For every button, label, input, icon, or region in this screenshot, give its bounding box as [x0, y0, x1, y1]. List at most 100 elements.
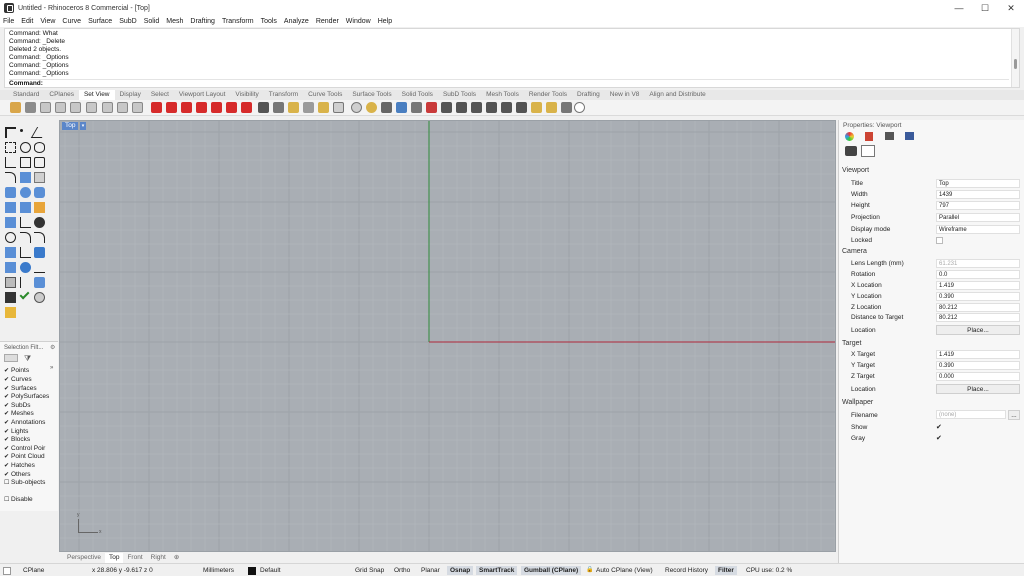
panel-settings-icon[interactable]: ⚙ [50, 344, 55, 351]
menu-file[interactable]: File [3, 18, 14, 25]
display-mode-select[interactable]: Wireframe [936, 225, 1020, 234]
cplane-through-icon[interactable] [471, 102, 482, 113]
ortho-toggle[interactable]: Ortho [394, 566, 410, 575]
filter-blocks[interactable]: ✔ Blocks [4, 436, 30, 444]
menu-drafting[interactable]: Drafting [190, 18, 215, 25]
scrollbar-thumb[interactable] [1014, 59, 1017, 69]
check-icon[interactable] [19, 289, 30, 300]
cplane-object-icon[interactable] [426, 102, 437, 113]
add-viewport-tab-icon[interactable]: ⊕ [170, 553, 183, 563]
x-target-field[interactable]: 1.419 [936, 350, 1020, 359]
filter-annotations[interactable]: ✔ Annotations [4, 419, 45, 427]
x-location-field[interactable]: 1.419 [936, 281, 1020, 290]
tab-new-in-v8[interactable]: New in V8 [605, 90, 645, 100]
filter-point-cloud[interactable]: ✔ Point Cloud [4, 453, 45, 461]
show-checkbox[interactable]: ✔ [936, 423, 942, 431]
undo-view-icon[interactable] [102, 102, 113, 113]
z-target-field[interactable]: 0.000 [936, 372, 1020, 381]
viewport-tab-front[interactable]: Front [123, 553, 146, 563]
text-icon[interactable] [20, 277, 31, 288]
menu-window[interactable]: Window [346, 18, 371, 25]
select-arrow-icon[interactable] [5, 127, 16, 138]
filter-others[interactable]: ✔ Others [4, 471, 31, 479]
tab-set-view[interactable]: Set View [78, 90, 115, 100]
rectangle-icon[interactable] [20, 157, 31, 168]
tab-standard[interactable]: Standard [8, 90, 44, 100]
menu-curve[interactable]: Curve [62, 18, 81, 25]
set-view-perspective-icon[interactable] [241, 102, 252, 113]
layers-icon[interactable] [5, 307, 16, 318]
redo-view-icon[interactable] [117, 102, 128, 113]
gumball-toggle[interactable]: Gumball (CPlane) [521, 566, 582, 575]
polygon-icon[interactable] [5, 157, 16, 168]
menu-help[interactable]: Help [378, 18, 392, 25]
layer-label[interactable]: Default [260, 566, 281, 575]
menu-transform[interactable]: Transform [222, 18, 254, 25]
plan-parallel-icon[interactable] [318, 102, 329, 113]
cplane-origin-icon[interactable] [351, 102, 362, 113]
minimize-button[interactable]: — [946, 0, 972, 16]
ellipse-icon[interactable] [34, 142, 45, 153]
named-view-icon[interactable] [151, 102, 162, 113]
maximize-button[interactable]: ☐ [972, 0, 998, 16]
command-scrollbar[interactable] [1011, 29, 1019, 87]
height-field[interactable]: 797 [936, 201, 1020, 210]
layer-color-swatch[interactable] [248, 567, 256, 575]
y-location-field[interactable]: 0.390 [936, 292, 1020, 301]
checkbox-icon[interactable]: ✔ [4, 462, 11, 470]
record-history-toggle[interactable]: Record History [665, 566, 708, 575]
fillet-curve-icon[interactable] [5, 172, 16, 183]
zoom-icon[interactable] [40, 102, 51, 113]
set-view-front-icon[interactable] [181, 102, 192, 113]
filter-sub-objects[interactable]: ☐ Sub-objects [4, 479, 45, 487]
cylinder-icon[interactable] [34, 187, 45, 198]
viewport-properties-icon[interactable] [303, 102, 314, 113]
named-cplane-icon[interactable] [546, 102, 557, 113]
cplane-curve-icon[interactable] [441, 102, 452, 113]
hatch-icon[interactable] [34, 277, 45, 288]
grid-snap-toggle[interactable]: Grid Snap [355, 566, 384, 575]
filename-field[interactable]: (none) [936, 410, 1006, 419]
menu-render[interactable]: Render [316, 18, 339, 25]
filter-funnel-icon[interactable]: ⧩ [24, 354, 31, 364]
top-viewport[interactable]: Top ▾ x y [59, 120, 836, 552]
surface-patch-icon[interactable] [34, 172, 45, 183]
close-button[interactable]: ✕ [998, 0, 1024, 16]
filename-browse-button[interactable]: ... [1008, 410, 1020, 420]
menu-mesh[interactable]: Mesh [166, 18, 183, 25]
tab-visibility[interactable]: Visibility [230, 90, 263, 100]
checkbox-icon[interactable]: ✔ [4, 436, 11, 444]
camera-place-button[interactable]: Place... [936, 325, 1020, 335]
subd-icon[interactable] [5, 202, 16, 213]
wallpaper-icon[interactable] [288, 102, 299, 113]
tab-mesh-tools[interactable]: Mesh Tools [481, 90, 524, 100]
join-icon[interactable] [5, 232, 16, 243]
auto-cplane-toggle[interactable]: Auto CPlane (View) [596, 566, 653, 575]
title-field[interactable]: Top [936, 179, 1020, 188]
cplane-rotate-icon[interactable] [456, 102, 467, 113]
polyline-icon[interactable] [30, 127, 49, 138]
mesh-icon[interactable] [20, 202, 31, 213]
split-icon[interactable] [34, 217, 45, 228]
viewport-icon[interactable] [905, 132, 914, 140]
tab-viewport-layout[interactable]: Viewport Layout [174, 90, 231, 100]
tab-align-and-distribute[interactable]: Align and Distribute [644, 90, 710, 100]
checkbox-icon[interactable]: ✔ [4, 367, 11, 375]
viewport-menu-arrow-icon[interactable]: ▾ [80, 122, 86, 130]
y-target-field[interactable]: 0.390 [936, 361, 1020, 370]
viewport-tab-perspective[interactable]: Perspective [63, 553, 105, 563]
point-icon[interactable] [20, 129, 23, 132]
projection-select[interactable]: Parallel [936, 213, 1020, 222]
menu-solid[interactable]: Solid [144, 18, 160, 25]
set-view-right-icon[interactable] [196, 102, 207, 113]
lens-length-field[interactable]: 61.231 [936, 259, 1020, 268]
curve-icon[interactable] [5, 142, 16, 153]
cplane-view-icon[interactable] [381, 102, 392, 113]
mirror-icon[interactable] [20, 262, 31, 273]
filter-points[interactable]: ✔ Points [4, 367, 29, 375]
checkbox-icon[interactable]: ✔ [4, 376, 11, 384]
explode-icon[interactable] [20, 232, 31, 243]
filter-polysurfaces[interactable]: ✔ PolySurfaces [4, 393, 49, 401]
tab-cplanes[interactable]: CPlanes [44, 90, 79, 100]
tab-subd-tools[interactable]: SubD Tools [438, 90, 481, 100]
